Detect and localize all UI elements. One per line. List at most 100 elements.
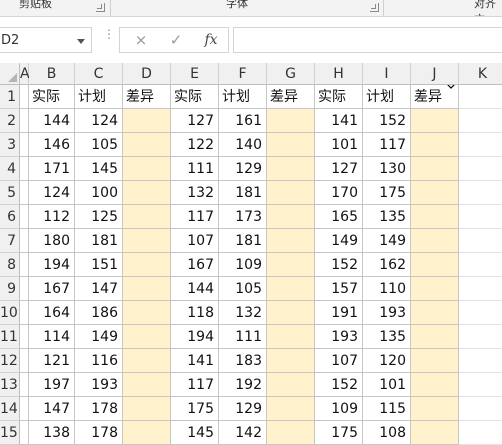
column-header-e[interactable]: E <box>171 63 219 85</box>
cell-e1[interactable]: 实际 <box>171 85 219 109</box>
cell-k9[interactable] <box>459 277 502 301</box>
cell-a12[interactable] <box>20 349 29 373</box>
cell-e11[interactable]: 194 <box>171 325 219 349</box>
cell-k7[interactable] <box>459 229 502 253</box>
cell-i12[interactable]: 120 <box>363 349 411 373</box>
cell-e7[interactable]: 107 <box>171 229 219 253</box>
cell-d8[interactable] <box>123 253 171 277</box>
cell-e12[interactable]: 141 <box>171 349 219 373</box>
cell-b9[interactable]: 167 <box>29 277 75 301</box>
cell-b12[interactable]: 121 <box>29 349 75 373</box>
formula-input[interactable] <box>233 27 502 53</box>
row-header-1[interactable]: 1 <box>0 85 20 109</box>
cell-g1[interactable]: 差异 <box>267 85 315 109</box>
row-header-15[interactable]: 15 <box>0 421 20 445</box>
cell-h7[interactable]: 149 <box>315 229 363 253</box>
cell-j4[interactable] <box>411 157 459 181</box>
cell-j8[interactable] <box>411 253 459 277</box>
row-header-11[interactable]: 11 <box>0 325 20 349</box>
cell-c13[interactable]: 193 <box>75 373 123 397</box>
cell-h8[interactable]: 152 <box>315 253 363 277</box>
cell-e14[interactable]: 175 <box>171 397 219 421</box>
cell-d5[interactable] <box>123 181 171 205</box>
cell-j2[interactable] <box>411 109 459 133</box>
cell-b8[interactable]: 194 <box>29 253 75 277</box>
cell-i5[interactable]: 175 <box>363 181 411 205</box>
cell-b5[interactable]: 124 <box>29 181 75 205</box>
cell-d3[interactable] <box>123 133 171 157</box>
cell-c8[interactable]: 151 <box>75 253 123 277</box>
row-header-14[interactable]: 14 <box>0 397 20 421</box>
cell-a8[interactable] <box>20 253 29 277</box>
cell-h10[interactable]: 191 <box>315 301 363 325</box>
column-header-b[interactable]: B <box>29 63 75 85</box>
cell-a3[interactable] <box>20 133 29 157</box>
cell-i14[interactable]: 115 <box>363 397 411 421</box>
cell-d10[interactable] <box>123 301 171 325</box>
cell-c14[interactable]: 178 <box>75 397 123 421</box>
cell-c3[interactable]: 105 <box>75 133 123 157</box>
cell-i7[interactable]: 149 <box>363 229 411 253</box>
chevron-down-icon[interactable] <box>77 39 85 44</box>
cell-h13[interactable]: 152 <box>315 373 363 397</box>
cell-d1[interactable]: 差异 <box>123 85 171 109</box>
cell-f4[interactable]: 129 <box>219 157 267 181</box>
cell-i15[interactable]: 108 <box>363 421 411 445</box>
cell-b4[interactable]: 171 <box>29 157 75 181</box>
cell-h3[interactable]: 101 <box>315 133 363 157</box>
row-header-12[interactable]: 12 <box>0 349 20 373</box>
cell-a6[interactable] <box>20 205 29 229</box>
cell-a13[interactable] <box>20 373 29 397</box>
cell-f13[interactable]: 192 <box>219 373 267 397</box>
cell-h2[interactable]: 141 <box>315 109 363 133</box>
cell-c5[interactable]: 100 <box>75 181 123 205</box>
cell-c7[interactable]: 181 <box>75 229 123 253</box>
cell-h14[interactable]: 109 <box>315 397 363 421</box>
cell-e8[interactable]: 167 <box>171 253 219 277</box>
cell-c12[interactable]: 116 <box>75 349 123 373</box>
cell-h11[interactable]: 193 <box>315 325 363 349</box>
cell-e9[interactable]: 144 <box>171 277 219 301</box>
cell-b1[interactable]: 实际 <box>29 85 75 109</box>
cell-c11[interactable]: 149 <box>75 325 123 349</box>
cell-f8[interactable]: 109 <box>219 253 267 277</box>
cell-j11[interactable] <box>411 325 459 349</box>
cell-g11[interactable] <box>267 325 315 349</box>
cell-h6[interactable]: 165 <box>315 205 363 229</box>
cell-j6[interactable] <box>411 205 459 229</box>
cell-a7[interactable] <box>20 229 29 253</box>
cell-k4[interactable] <box>459 157 502 181</box>
cell-f12[interactable]: 183 <box>219 349 267 373</box>
cell-b3[interactable]: 146 <box>29 133 75 157</box>
cell-c2[interactable]: 124 <box>75 109 123 133</box>
cell-d2[interactable] <box>123 109 171 133</box>
row-header-5[interactable]: 5 <box>0 181 20 205</box>
column-header-g[interactable]: G <box>267 63 315 85</box>
cell-b7[interactable]: 180 <box>29 229 75 253</box>
cell-f5[interactable]: 181 <box>219 181 267 205</box>
cell-f9[interactable]: 105 <box>219 277 267 301</box>
cell-h9[interactable]: 157 <box>315 277 363 301</box>
cell-a1[interactable] <box>20 85 29 109</box>
cell-b15[interactable]: 138 <box>29 421 75 445</box>
cell-e2[interactable]: 127 <box>171 109 219 133</box>
font-launcher-icon[interactable] <box>370 3 379 12</box>
cell-j1[interactable]: 差异 <box>411 85 459 109</box>
cell-i8[interactable]: 162 <box>363 253 411 277</box>
row-header-2[interactable]: 2 <box>0 109 20 133</box>
cell-f14[interactable]: 129 <box>219 397 267 421</box>
cell-a14[interactable] <box>20 397 29 421</box>
cell-g13[interactable] <box>267 373 315 397</box>
column-header-f[interactable]: F <box>219 63 267 85</box>
cell-k3[interactable] <box>459 133 502 157</box>
cell-d11[interactable] <box>123 325 171 349</box>
cell-c4[interactable]: 145 <box>75 157 123 181</box>
cell-i2[interactable]: 152 <box>363 109 411 133</box>
cell-g4[interactable] <box>267 157 315 181</box>
enter-icon[interactable]: ✓ <box>163 28 189 52</box>
cell-g12[interactable] <box>267 349 315 373</box>
cell-h5[interactable]: 170 <box>315 181 363 205</box>
cell-f15[interactable]: 142 <box>219 421 267 445</box>
row-header-13[interactable]: 13 <box>0 373 20 397</box>
row-header-7[interactable]: 7 <box>0 229 20 253</box>
